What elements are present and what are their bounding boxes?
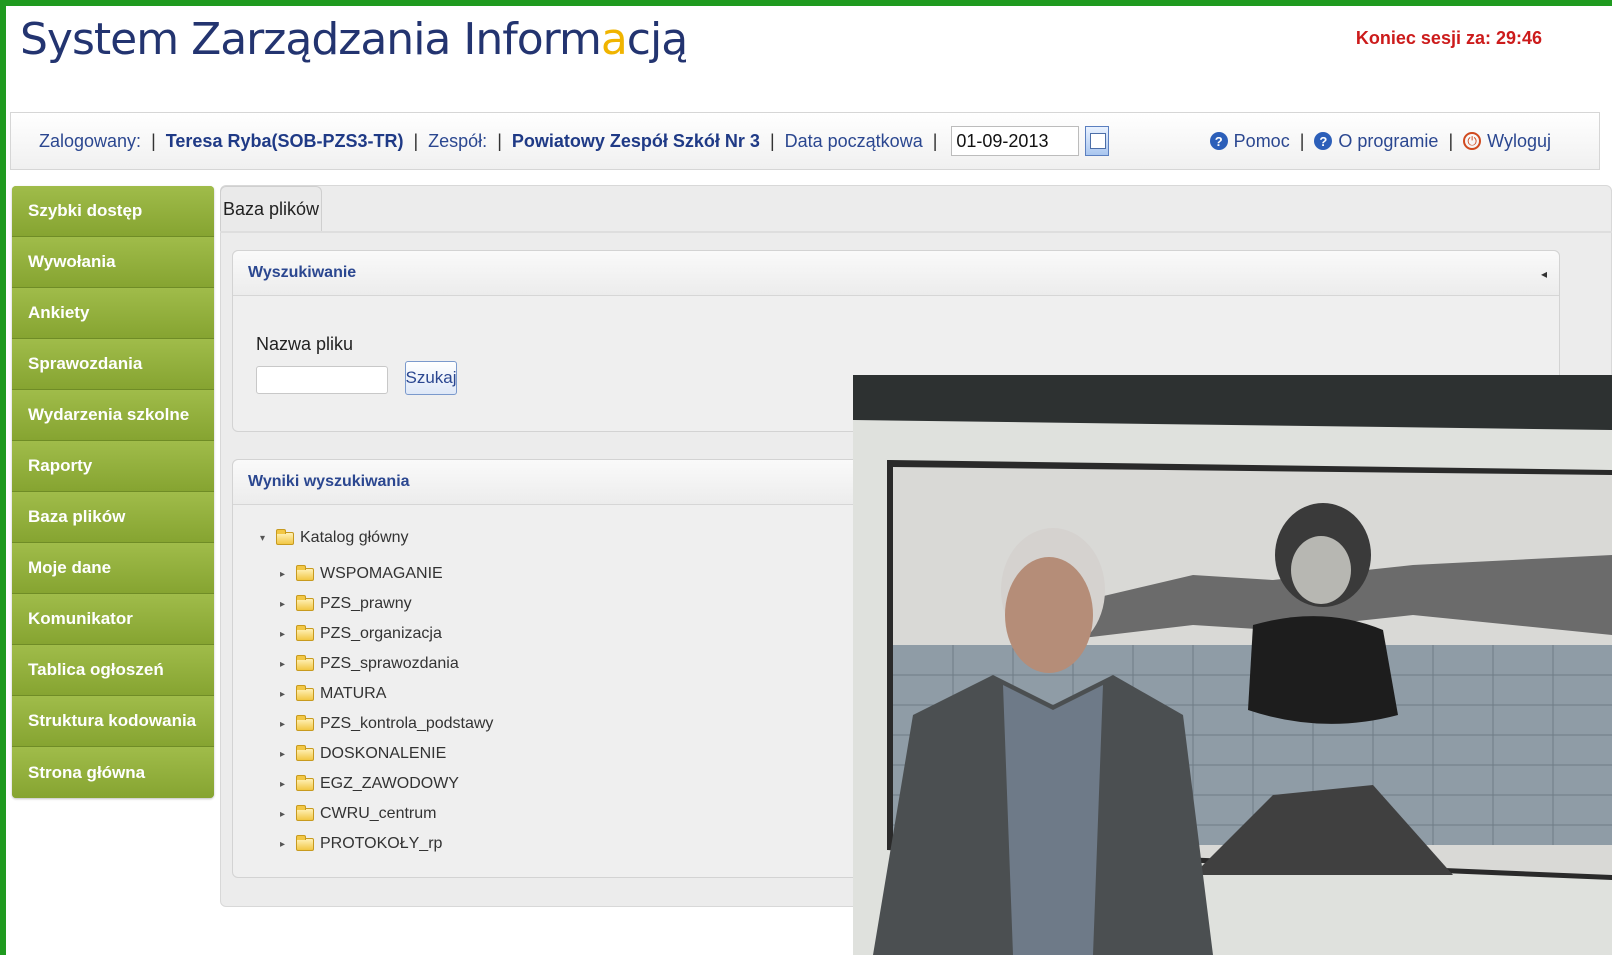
tree-root-label: Katalog główny	[300, 529, 409, 546]
list-item[interactable]: ▸ PZS_organizacja	[280, 619, 493, 649]
sidebar-item-ankiety[interactable]: Ankiety	[12, 288, 214, 339]
calendar-icon[interactable]	[1085, 126, 1110, 156]
sidebar-item-wydarzenia-szkolne[interactable]: Wydarzenia szkolne	[12, 390, 214, 441]
logout-label: Wyloguj	[1487, 130, 1551, 151]
expand-arrow-icon[interactable]: ▸	[280, 599, 290, 610]
logged-label: Zalogowany:	[39, 130, 142, 151]
about-link[interactable]: ? O programie	[1314, 131, 1438, 152]
list-item[interactable]: ▸ EGZ_ZAWODOWY	[280, 769, 493, 799]
sidebar-menu: Szybki dostęp Wywołania Ankiety Sprawozd…	[12, 186, 214, 798]
folder-tree: ▸ WSPOMAGANIE ▸ PZS_prawny ▸ PZS_organizacj…	[280, 559, 493, 859]
app-title-tail: cją	[626, 14, 688, 65]
session-timer: Koniec sesji za: 29:46	[1355, 28, 1542, 48]
power-icon: ⏻	[1463, 132, 1482, 150]
top-links: ? Pomoc | ? O programie | ⏻ Wyloguj	[1209, 130, 1551, 152]
separator: |	[497, 130, 502, 151]
folder-label: WSPOMAGANIE	[320, 565, 443, 582]
app-title-accent: a	[600, 14, 628, 65]
expand-arrow-icon[interactable]: ▸	[280, 719, 290, 730]
folder-label: PZS_prawny	[320, 595, 412, 612]
list-item[interactable]: ▸ DOSKONALENIE	[280, 739, 493, 769]
top-frame-border	[0, 0, 1612, 6]
expand-arrow-icon[interactable]: ▸	[280, 569, 290, 580]
expand-arrow-icon[interactable]: ▸	[280, 809, 290, 820]
team-label: Zespół:	[428, 130, 488, 151]
folder-icon	[296, 684, 314, 701]
collapse-icon[interactable]: ◂	[1541, 267, 1547, 281]
help-link[interactable]: ? Pomoc	[1209, 130, 1290, 152]
app-title-main: System Zarządzania Inform	[20, 14, 602, 65]
list-item[interactable]: ▸ PZS_prawny	[280, 589, 493, 619]
separator: |	[932, 130, 938, 151]
sidebar-item-wywolania[interactable]: Wywołania	[12, 237, 214, 288]
folder-label: CWRU_centrum	[320, 805, 437, 822]
file-name-input[interactable]	[256, 366, 388, 394]
sidebar-item-struktura-kodowania[interactable]: Struktura kodowania	[12, 696, 214, 747]
help-icon: ?	[1209, 132, 1228, 150]
logout-link[interactable]: ⏻ Wyloguj	[1463, 131, 1551, 152]
folder-icon	[296, 564, 314, 581]
separator: |	[769, 130, 775, 151]
list-item[interactable]: ▸ PZS_sprawozdania	[280, 649, 493, 679]
list-item[interactable]: ▸ PROTOKOŁY_rp	[280, 829, 493, 859]
tab-baza-plikow[interactable]: Baza plików	[220, 186, 322, 232]
sidebar-item-baza-plikow[interactable]: Baza plików	[12, 492, 214, 543]
folder-icon	[276, 528, 294, 545]
sidebar-item-strona-glowna[interactable]: Strona główna	[12, 747, 214, 798]
folder-icon	[296, 714, 314, 731]
folder-label: PZS_sprawozdania	[320, 655, 459, 672]
start-date-input[interactable]	[951, 126, 1080, 156]
separator: |	[1448, 130, 1454, 151]
folder-icon	[296, 804, 314, 821]
folder-icon	[296, 594, 314, 611]
left-frame-border	[0, 0, 6, 955]
help-label: Pomoc	[1233, 130, 1290, 151]
list-item[interactable]: ▸ PZS_kontrola_podstawy	[280, 709, 493, 739]
folder-icon	[296, 744, 314, 761]
folder-label: PZS_kontrola_podstawy	[320, 715, 494, 732]
separator: |	[1299, 130, 1305, 151]
folder-icon	[296, 624, 314, 641]
expand-arrow-icon[interactable]: ▸	[280, 839, 290, 850]
folder-label: MATURA	[320, 685, 387, 702]
sidebar-item-sprawozdania[interactable]: Sprawozdania	[12, 339, 214, 390]
expand-arrow-icon[interactable]: ▸	[280, 629, 290, 640]
expand-arrow-icon[interactable]: ▸	[280, 659, 290, 670]
search-panel-title: Wyszukiwanie	[233, 251, 1559, 296]
sidebar-item-komunikator[interactable]: Komunikator	[12, 594, 214, 645]
sidebar-item-tablica-ogloszen[interactable]: Tablica ogłoszeń	[12, 645, 214, 696]
folder-label: PZS_organizacja	[320, 625, 442, 642]
folder-icon	[296, 654, 314, 671]
expand-arrow-icon[interactable]: ▸	[280, 689, 290, 700]
sidebar-item-szybki-dostep[interactable]: Szybki dostęp	[12, 186, 214, 237]
about-label: O programie	[1338, 130, 1439, 151]
team-name[interactable]: Powiatowy Zespół Szkół Nr 3	[512, 131, 760, 152]
separator: |	[151, 130, 156, 151]
folder-icon	[296, 774, 314, 791]
user-bar: Zalogowany: | Teresa Ryba(SOB-PZS3-TR) |…	[10, 112, 1600, 170]
app-title: System Zarządzania Informacją	[20, 10, 688, 70]
tree-root[interactable]: ▾ Katalog główny	[260, 528, 409, 547]
expand-arrow-icon[interactable]: ▸	[280, 749, 290, 760]
expand-arrow-icon[interactable]: ▸	[280, 779, 290, 790]
folder-label: DOSKONALENIE	[320, 745, 447, 762]
list-item[interactable]: ▸ MATURA	[280, 679, 493, 709]
list-item[interactable]: ▸ WSPOMAGANIE	[280, 559, 493, 589]
info-icon: ?	[1314, 132, 1333, 150]
expand-arrow-icon[interactable]: ▾	[260, 533, 270, 544]
separator: |	[413, 130, 419, 151]
folder-label: PROTOKOŁY_rp	[320, 835, 443, 852]
sidebar-item-raporty[interactable]: Raporty	[12, 441, 214, 492]
list-item[interactable]: ▸ CWRU_centrum	[280, 799, 493, 829]
date-label: Data początkowa	[784, 130, 923, 151]
user-name[interactable]: Teresa Ryba(SOB-PZS3-TR)	[166, 131, 404, 152]
file-name-label: Nazwa pliku	[256, 334, 354, 354]
folder-icon	[296, 834, 314, 851]
sidebar-item-moje-dane[interactable]: Moje dane	[12, 543, 214, 594]
photo-illustration	[853, 375, 1612, 955]
folder-label: EGZ_ZAWODOWY	[320, 775, 459, 792]
tab-underline	[220, 231, 1612, 233]
search-button[interactable]: Szukaj	[405, 361, 457, 395]
overlay-photo	[853, 375, 1612, 955]
